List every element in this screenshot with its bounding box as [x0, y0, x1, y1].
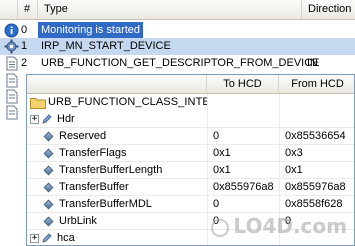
- from-hcd-value: 0x85536654: [285, 130, 346, 142]
- field-name: TransferBuffer: [59, 181, 129, 193]
- col-type[interactable]: Type: [38, 0, 302, 19]
- list-row-0[interactable]: 0 Monitoring is started: [0, 22, 355, 39]
- expand-icon[interactable]: +: [30, 234, 39, 243]
- row-type: Monitoring is started: [38, 22, 144, 39]
- folder-icon: [30, 98, 46, 109]
- gear-icon: [4, 39, 19, 54]
- document-icon: [6, 73, 18, 88]
- field-icon: [43, 182, 54, 193]
- from-hcd-value: 0x855976a8: [285, 181, 346, 193]
- col-field[interactable]: [27, 75, 207, 93]
- col-icon[interactable]: [0, 0, 18, 19]
- col-direction[interactable]: Direction: [302, 0, 355, 19]
- from-hcd-value: 0x8558f628: [285, 198, 343, 210]
- tree-row-transferflags[interactable]: TransferFlags 0x1 0x3: [27, 145, 354, 162]
- from-hcd-value: 0x3: [285, 147, 303, 159]
- to-hcd-value: 0x1: [213, 147, 231, 159]
- field-icon: [43, 165, 54, 176]
- popup-header: To HCD From HCD: [27, 75, 354, 94]
- field-name: TransferFlags: [59, 147, 127, 159]
- field-name: hca: [57, 232, 75, 244]
- tree-row-transferbuffer[interactable]: TransferBuffer 0x855976a8 0x855976a8: [27, 179, 354, 196]
- expand-icon[interactable]: +: [30, 115, 39, 124]
- urb-details-popup: To HCD From HCD URB_FUNCTION_CLASS_INTER…: [26, 74, 355, 246]
- row-type: URB_FUNCTION_GET_DESCRIPTOR_FROM_DEVICE: [41, 57, 320, 69]
- tree-row-urblink[interactable]: UrbLink 0 0: [27, 213, 354, 230]
- field-name: TransferBufferMDL: [59, 198, 152, 210]
- to-hcd-value: 0: [213, 130, 220, 142]
- to-hcd-value: 0x855976a8: [213, 181, 274, 193]
- tree-row-hca[interactable]: + hca: [27, 230, 354, 245]
- tree-row-reserved[interactable]: Reserved 0 0x85536654: [27, 128, 354, 145]
- row-type: IRP_MN_START_DEVICE: [41, 40, 171, 52]
- row-num: 0: [21, 24, 28, 36]
- row-num: 1: [21, 40, 28, 52]
- to-hcd-value: 0: [213, 198, 220, 210]
- row-num: 2: [21, 57, 28, 69]
- field-name: TransferBufferLength: [59, 164, 163, 176]
- document-icon: [6, 56, 18, 71]
- struct-icon: [42, 233, 52, 243]
- field-name: Reserved: [59, 130, 107, 142]
- tree-row-transferbuffermdl[interactable]: TransferBufferMDL 0 0x8558f628: [27, 196, 354, 213]
- list-row-2[interactable]: 2 URB_FUNCTION_GET_DESCRIPTOR_FROM_DEVIC…: [0, 55, 355, 72]
- info-icon: [4, 23, 19, 38]
- field-icon: [43, 148, 54, 159]
- col-from-hcd[interactable]: From HCD: [279, 75, 354, 93]
- field-name: Hdr: [57, 113, 75, 125]
- field-name: UrbLink: [59, 215, 97, 227]
- col-to-hcd[interactable]: To HCD: [207, 75, 279, 93]
- field-icon: [43, 216, 54, 227]
- field-icon: [43, 131, 54, 142]
- tree-row-hdr[interactable]: + Hdr: [27, 111, 354, 128]
- list-row-1[interactable]: 1 IRP_MN_START_DEVICE: [0, 38, 355, 55]
- list-header: # Type Direction: [0, 0, 355, 20]
- root-label: URB_FUNCTION_CLASS_INTERFACE: [48, 96, 207, 108]
- to-hcd-value: 0: [213, 215, 220, 227]
- from-hcd-value: 0x1: [285, 164, 303, 176]
- col-num[interactable]: #: [18, 0, 38, 19]
- document-icon: [6, 89, 18, 104]
- row-direction: IN: [307, 57, 318, 69]
- to-hcd-value: 0x1: [213, 164, 231, 176]
- field-icon: [43, 199, 54, 210]
- document-icon: [6, 105, 18, 120]
- tree-root[interactable]: URB_FUNCTION_CLASS_INTERFACE: [27, 94, 354, 111]
- from-hcd-value: 0: [285, 215, 292, 227]
- tree-row-transferbufferlength[interactable]: TransferBufferLength 0x1 0x1: [27, 162, 354, 179]
- struct-icon: [42, 114, 52, 124]
